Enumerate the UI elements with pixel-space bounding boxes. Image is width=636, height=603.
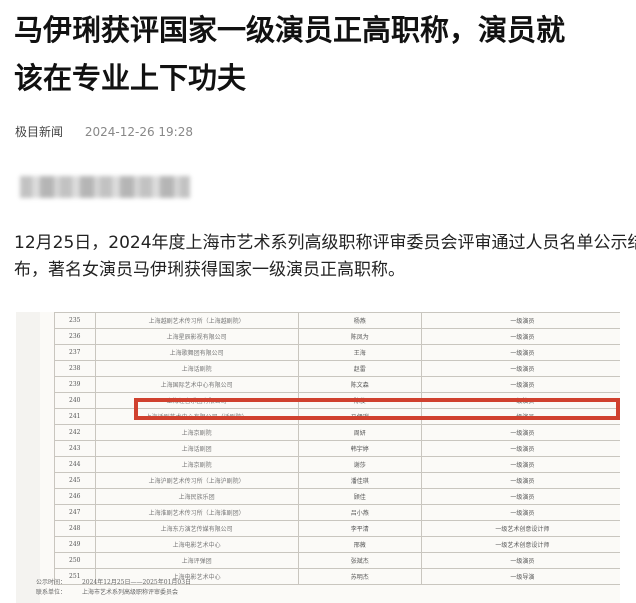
- cell-title: 一级演员: [420, 328, 620, 345]
- cell-unit: 上海国际艺术中心有限公司: [94, 376, 299, 393]
- cell-name: 苏明杰: [297, 568, 422, 585]
- cell-title: 一级艺术创意设计师: [420, 536, 620, 553]
- document-footer: 公示时间： 2024年12月25日——2025年01月03日 联系单位： 上海市…: [36, 578, 205, 598]
- cell-title: 一级演员: [420, 504, 620, 521]
- cell-title: 一级导演: [420, 568, 620, 585]
- cell-unit: 上海话剧团: [94, 440, 299, 457]
- cell-title: 一级演员: [420, 552, 620, 569]
- cell-unit: 上海越剧艺术传习所（上海越剧院）: [94, 312, 299, 329]
- cell-name: 杨燕: [297, 312, 422, 329]
- cell-name: 邢薇: [297, 536, 422, 553]
- cell-name: 赵雷: [297, 360, 422, 377]
- paragraph-line2: 布，著名女演员马伊琍获得国家一级演员正高职称。: [14, 260, 405, 280]
- cell-no: 246: [54, 488, 96, 505]
- cell-name: 潘佳琪: [297, 472, 422, 489]
- cell-no: 247: [54, 504, 96, 521]
- cell-name: 周妍: [297, 424, 422, 441]
- cell-name: 吕小燕: [297, 504, 422, 521]
- cell-unit: 上海评弹团: [94, 552, 299, 569]
- cell-name: 陈凤为: [297, 328, 422, 345]
- cell-no: 241: [54, 408, 96, 425]
- cell-unit: 上海歌舞团有限公司: [94, 344, 299, 361]
- article-title: 马伊琍获评国家一级演员正高职称，演员就 该在专业上下功夫: [14, 6, 636, 102]
- cell-title: 一级演员: [420, 376, 620, 393]
- cell-no: 243: [54, 440, 96, 457]
- highlight-box: [134, 398, 620, 420]
- cell-title: 一级演员: [420, 456, 620, 473]
- cell-no: 250: [54, 552, 96, 569]
- table-row: 239 上海国际艺术中心有限公司 陈文森 一级演员: [54, 376, 620, 393]
- footer-period-label: 公示时间：: [36, 579, 67, 586]
- cell-no: 236: [54, 328, 96, 345]
- table-row: 245 上海沪剧艺术传习所（上海沪剧院） 潘佳琪 一级演员: [54, 472, 620, 489]
- cell-no: 248: [54, 520, 96, 537]
- name-list-table: 235 上海越剧艺术传习所（上海越剧院） 杨燕 一级演员 236 上海星辰影视有限公司 陈凤…: [54, 312, 620, 585]
- cell-unit: 上海京剧院: [94, 424, 299, 441]
- table-row: 246 上海民族乐团 顾佳 一级演员: [54, 488, 620, 505]
- table-row: 242 上海京剧院 周妍 一级演员: [54, 424, 620, 441]
- cell-no: 239: [54, 376, 96, 393]
- table-row: 248 上海东方演艺传媒有限公司 李平清 一级艺术创意设计师: [54, 520, 620, 537]
- cell-name: 张斌杰: [297, 552, 422, 569]
- cell-no: 245: [54, 472, 96, 489]
- cell-name: 李平清: [297, 520, 422, 537]
- table-row: 236 上海星辰影视有限公司 陈凤为 一级演员: [54, 328, 620, 345]
- cell-title: 一级演员: [420, 440, 620, 457]
- cell-title: 一级演员: [420, 488, 620, 505]
- cell-no: 237: [54, 344, 96, 361]
- cell-unit: 上海星辰影视有限公司: [94, 328, 299, 345]
- article-source[interactable]: 极目新闻: [15, 125, 63, 139]
- table-row: 249 上海电影艺术中心 邢薇 一级艺术创意设计师: [54, 536, 620, 553]
- table-row: 238 上海话剧院 赵雷 一级演员: [54, 360, 620, 377]
- cell-unit: 上海东方演艺传媒有限公司: [94, 520, 299, 537]
- cell-title: 一级艺术创意设计师: [420, 520, 620, 537]
- table-row: 235 上海越剧艺术传习所（上海越剧院） 杨燕 一级演员: [54, 312, 620, 329]
- footer-period: 2024年12月25日——2025年01月03日: [81, 579, 192, 586]
- paragraph-line1: 12月25日，2024年度上海市艺术系列高级职称评审委员会评审通过人员名单公示结…: [14, 233, 636, 253]
- table-row: 250 上海评弹团 张斌杰 一级演员: [54, 552, 620, 569]
- cell-unit: 上海沪剧艺术传习所（上海沪剧院）: [94, 472, 299, 489]
- cell-name: 韩宇婷: [297, 440, 422, 457]
- table-row: 243 上海话剧团 韩宇婷 一级演员: [54, 440, 620, 457]
- cell-unit: 上海电影艺术中心: [94, 536, 299, 553]
- article-date: 2024-12-26 19:28: [84, 125, 193, 139]
- cell-title: 一级演员: [420, 344, 620, 361]
- cell-unit: 上海民族乐团: [94, 488, 299, 505]
- cell-no: 238: [54, 360, 96, 377]
- article-meta: 极目新闻 2024-12-26 19:28: [15, 123, 193, 140]
- cell-name: 顾佳: [297, 488, 422, 505]
- document-image: 235 上海越剧艺术传习所（上海越剧院） 杨燕 一级演员 236 上海星辰影视有限公司 陈凤…: [16, 312, 620, 603]
- cell-title: 一级演员: [420, 312, 620, 329]
- table-row: 244 上海京剧院 谢莎 一级演员: [54, 456, 620, 473]
- cell-title: 一级演员: [420, 360, 620, 377]
- cell-no: 242: [54, 424, 96, 441]
- cell-unit: 上海淮剧艺术传习所（上海淮剧团）: [94, 504, 299, 521]
- article-title-line1: 马伊琍获评国家一级演员正高职称，演员就: [14, 13, 566, 47]
- blurred-text: [20, 176, 190, 198]
- cell-name: 王海: [297, 344, 422, 361]
- cell-unit: 上海话剧院: [94, 360, 299, 377]
- cell-name: 谢莎: [297, 456, 422, 473]
- cell-no: 249: [54, 536, 96, 553]
- footer-contact: 上海市艺术系列高级职称评审委员会: [81, 589, 178, 596]
- cell-no: 244: [54, 456, 96, 473]
- article-title-line2: 该在专业上下功夫: [14, 61, 247, 95]
- cell-no: 240: [54, 392, 96, 409]
- cell-title: 一级演员: [420, 424, 620, 441]
- table-row: 237 上海歌舞团有限公司 王海 一级演员: [54, 344, 620, 361]
- footer-contact-label: 联系单位：: [36, 589, 67, 596]
- table-row: 247 上海淮剧艺术传习所（上海淮剧团） 吕小燕 一级演员: [54, 504, 620, 521]
- article-paragraph: 12月25日，2024年度上海市艺术系列高级职称评审委员会评审通过人员名单公示结…: [14, 230, 636, 284]
- cell-no: 235: [54, 312, 96, 329]
- cell-unit: 上海京剧院: [94, 456, 299, 473]
- cell-title: 一级演员: [420, 472, 620, 489]
- cell-name: 陈文森: [297, 376, 422, 393]
